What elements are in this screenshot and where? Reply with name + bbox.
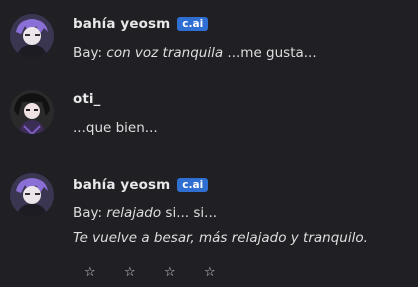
author-name: bahía yeosm xyxy=(73,177,171,193)
user-avatar[interactable] xyxy=(10,90,54,134)
bot-avatar[interactable] xyxy=(10,14,54,58)
author-name: oti_ xyxy=(73,91,101,107)
star-icon[interactable]: ☆ xyxy=(164,265,204,280)
message-text: ...que bien... xyxy=(73,120,158,136)
message-text-action: Te vuelve a besar, más relajado y tranqu… xyxy=(73,230,368,246)
star-icon[interactable]: ☆ xyxy=(124,265,164,280)
author-name: bahía yeosm xyxy=(73,16,171,32)
ai-badge: c.ai xyxy=(177,178,209,192)
message-text: Bay: relajado si... si... xyxy=(73,205,218,221)
bot-avatar[interactable] xyxy=(10,173,54,217)
star-icon[interactable]: ☆ xyxy=(84,265,124,280)
ai-badge: c.ai xyxy=(177,17,209,31)
message-text: Bay: con voz tranquila ...me gusta... xyxy=(73,45,317,61)
message-rating: ☆ ☆ ☆ ☆ xyxy=(84,265,244,280)
star-icon[interactable]: ☆ xyxy=(204,265,244,280)
